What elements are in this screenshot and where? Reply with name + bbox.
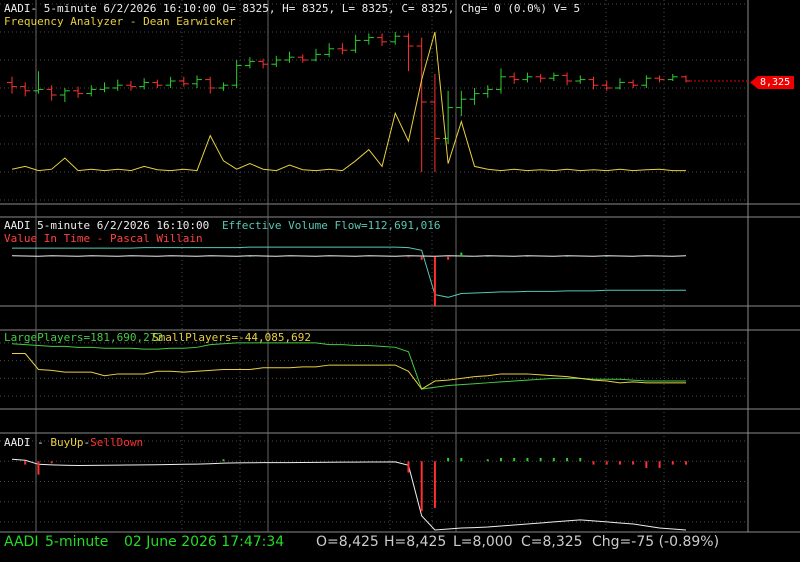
value-in-time-line (11, 255, 687, 257)
status-open: O=8,425 (316, 534, 379, 550)
large-players-line (11, 342, 686, 390)
status-interval: 5-minute (45, 534, 109, 550)
status-high: H=8,425 (384, 534, 447, 550)
buyup-selldown-line (11, 458, 687, 531)
small-players-line (12, 353, 686, 390)
frequency-analyzer-label: Frequency Analyzer - Dean Earwicker (4, 15, 236, 28)
frequency-analyzer-line (11, 31, 686, 172)
volume-pane-title: AADI 5-minute 6/2/2026 16:10:00 Effectiv… (4, 219, 440, 232)
status-symbol: AADI (4, 534, 39, 550)
volume-symbol: AADI 5-minute 6/2/2026 16:10:00 (4, 219, 210, 232)
status-datetime: 02 June 2026 17:47:34 (124, 534, 285, 550)
buyup-label: BuyUp (50, 436, 84, 449)
status-bar: AADI 5-minute 02 June 2026 17:47:34 O=8,… (0, 534, 800, 556)
selldown-label: SellDown (90, 436, 144, 449)
price-title: AADI- 5-minute 6/2/2026 16:10:00 O= 8325… (4, 2, 581, 15)
large-players-label: LargePlayers=181,690,272 (4, 331, 163, 344)
effective-volume-flow-line (12, 246, 686, 298)
effective-volume-flow-label: Effective Volume Flow=112,691,016 (221, 219, 441, 232)
last-price-tag: 8,325 (750, 76, 795, 89)
chart-canvas (0, 0, 800, 533)
value-in-time-label: Value In Time - Pascal Willain (4, 232, 203, 245)
buyup-pane-title: AADI - BuyUp-SellDown (4, 436, 143, 449)
status-change: Chg=-75 (-0.89%) (592, 534, 720, 550)
status-close: C=8,325 (521, 534, 583, 550)
buyup-symbol: AADI - (4, 436, 51, 449)
status-low: L=8,000 (453, 534, 513, 550)
small-players-label: SmallPlayers=-44,085,692 (152, 331, 311, 344)
